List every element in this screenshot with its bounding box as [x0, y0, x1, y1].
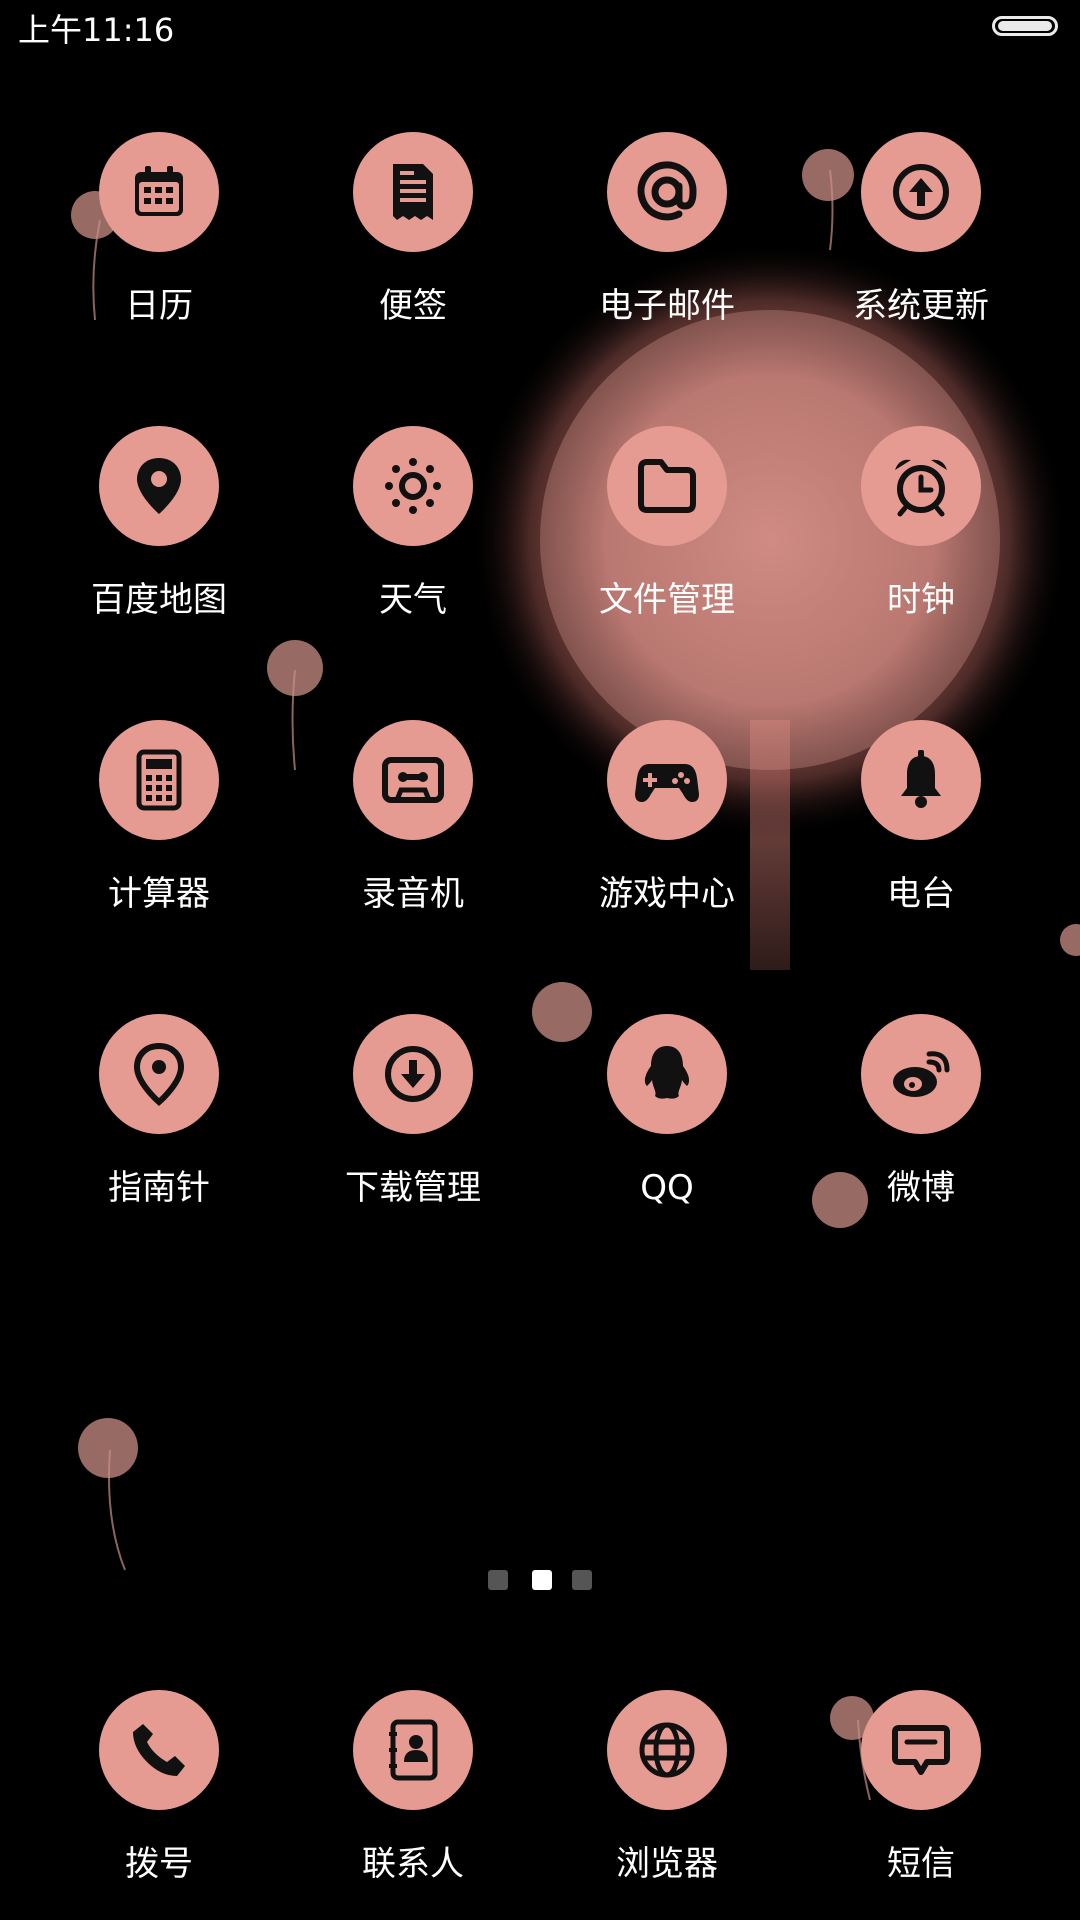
app-label: 时钟	[887, 580, 955, 620]
folder-icon	[607, 426, 727, 546]
app-label: 百度地图	[91, 580, 227, 620]
app-label: 天气	[379, 580, 447, 620]
app-weather[interactable]: 天气	[303, 426, 523, 656]
page-dot-2-active[interactable]	[532, 1570, 552, 1590]
cassette-icon	[353, 720, 473, 840]
app-label: 联系人	[362, 1844, 464, 1884]
gamepad-icon	[607, 720, 727, 840]
dock-app-contacts[interactable]: 联系人	[303, 1690, 523, 1920]
contacts-icon	[353, 1690, 473, 1810]
app-compass[interactable]: 指南针	[49, 1014, 269, 1244]
app-qq[interactable]: QQ	[557, 1014, 777, 1244]
map-pin-icon	[99, 426, 219, 546]
note-icon	[353, 132, 473, 252]
location-pin-icon	[99, 1014, 219, 1134]
app-notes[interactable]: 便签	[303, 132, 523, 362]
phone-icon	[99, 1690, 219, 1810]
app-label: 电子邮件	[599, 286, 735, 326]
battery-icon	[992, 16, 1080, 42]
app-radio[interactable]: 电台	[811, 720, 1031, 950]
globe-icon	[607, 1690, 727, 1810]
app-clock[interactable]: 时钟	[811, 426, 1031, 656]
app-system-update[interactable]: 系统更新	[811, 132, 1031, 362]
message-icon	[861, 1690, 981, 1810]
email-at-icon	[607, 132, 727, 252]
upload-arrow-icon	[861, 132, 981, 252]
status-time: 上午11:16	[18, 11, 175, 49]
app-label: 电台	[887, 874, 955, 914]
download-icon	[353, 1014, 473, 1134]
app-label: 计算器	[108, 874, 210, 914]
app-file-manager[interactable]: 文件管理	[557, 426, 777, 656]
app-download-manager[interactable]: 下载管理	[303, 1014, 523, 1244]
app-email[interactable]: 电子邮件	[557, 132, 777, 362]
sun-icon	[353, 426, 473, 546]
weibo-icon	[861, 1014, 981, 1134]
page-indicator[interactable]	[488, 1570, 598, 1594]
app-label: 微博	[887, 1168, 955, 1208]
calendar-icon	[99, 132, 219, 252]
app-label: 日历	[125, 286, 193, 326]
app-label: 系统更新	[853, 286, 989, 326]
app-label: 便签	[379, 286, 447, 326]
alarm-clock-icon	[861, 426, 981, 546]
dock-app-browser[interactable]: 浏览器	[557, 1690, 777, 1920]
dock-app-messages[interactable]: 短信	[811, 1690, 1031, 1920]
app-game-center[interactable]: 游戏中心	[557, 720, 777, 950]
calculator-icon	[99, 720, 219, 840]
page-dot-1[interactable]	[488, 1570, 508, 1590]
app-label: 文件管理	[599, 580, 735, 620]
app-baidu-map[interactable]: 百度地图	[49, 426, 269, 656]
app-label: QQ	[640, 1168, 694, 1208]
dock-app-dialer[interactable]: 拨号	[49, 1690, 269, 1920]
app-label: 指南针	[108, 1168, 210, 1208]
app-weibo[interactable]: 微博	[811, 1014, 1031, 1244]
app-label: 游戏中心	[599, 874, 735, 914]
app-label: 浏览器	[616, 1844, 718, 1884]
app-label: 拨号	[125, 1844, 193, 1884]
penguin-icon	[607, 1014, 727, 1134]
bell-icon	[861, 720, 981, 840]
page-dot-3[interactable]	[572, 1570, 592, 1590]
app-recorder[interactable]: 录音机	[303, 720, 523, 950]
status-bar: 上午11:16	[0, 0, 1080, 60]
app-calculator[interactable]: 计算器	[49, 720, 269, 950]
app-label: 下载管理	[345, 1168, 481, 1208]
app-label: 短信	[887, 1844, 955, 1884]
app-label: 录音机	[362, 874, 464, 914]
app-calendar[interactable]: 日历	[49, 132, 269, 362]
